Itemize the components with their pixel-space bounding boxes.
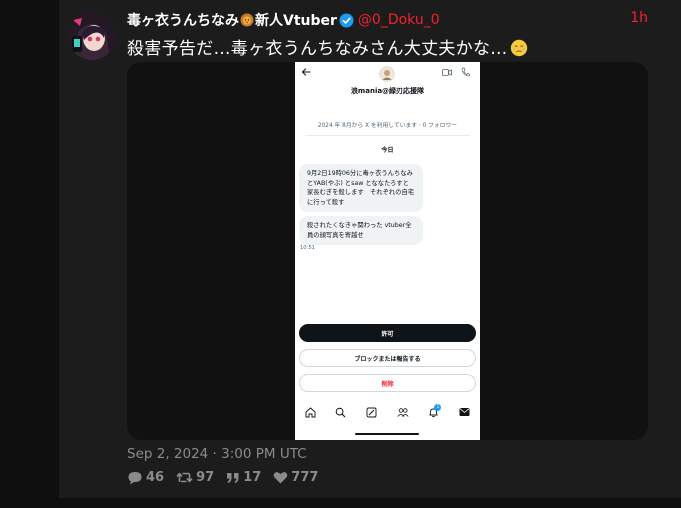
quote-icon (227, 472, 239, 483)
tweet-time[interactable]: 1h (630, 10, 648, 26)
phone-profile-name: 浪mania@緑刃応援隊 (350, 87, 425, 95)
avatar[interactable] (68, 12, 116, 60)
profile-avatar-icon (379, 66, 395, 84)
reply-count: 46 (146, 470, 165, 485)
tweet-media[interactable]: 浪mania@緑刃応援隊 2024 年 8月から X を利用しています · 0 … (127, 62, 648, 440)
screenshot-image: 浪mania@緑刃応援隊 2024 年 8月から X を利用しています · 0 … (295, 62, 480, 440)
message-timestamp: 10:51 (300, 245, 315, 251)
holding-back-tears-emoji-icon (510, 39, 528, 57)
notification-badge: 1 (434, 403, 442, 411)
phone-call-icon (461, 67, 470, 79)
phone-join-info: 2024 年 8月から X を利用しています · 0 フォロワー (317, 123, 458, 129)
user-handle[interactable]: @0_Doku_0 (358, 12, 440, 28)
delete-button: 削除 (299, 374, 476, 392)
grok-icon (366, 407, 377, 420)
back-arrow-icon (301, 67, 311, 79)
divider (305, 135, 470, 136)
like-count: 777 (291, 470, 319, 485)
lion-emoji-icon (240, 13, 254, 27)
notifications-bell-icon: 1 (428, 403, 442, 420)
message-bubble: 9月2日19時06分に毒ヶ衣うんちなみとYAB(やぶ) とsaw とななたろすと… (299, 164, 423, 212)
search-icon (335, 407, 346, 420)
verified-badge-icon (339, 13, 354, 28)
video-camera-icon (442, 68, 452, 79)
phone-tab-bar: 1 (295, 402, 480, 424)
quote-stat[interactable]: 17 (226, 470, 261, 485)
communities-icon (397, 407, 409, 420)
comment-icon (128, 471, 142, 484)
block-or-report-button: ブロックまたは報告する (299, 349, 476, 367)
home-indicator (355, 433, 419, 435)
display-name[interactable]: 毒ヶ衣うんちなみ (127, 10, 239, 30)
phone-today-label: 今日 (381, 147, 394, 154)
tweet-text: 殺害予告だ…毒ヶ衣うんちなみさん大丈夫かな… (127, 34, 528, 59)
home-icon (305, 406, 316, 420)
retweet-icon (176, 472, 193, 483)
engagement-stats: 46 97 17 777 (127, 470, 330, 485)
like-stat[interactable]: 777 (273, 470, 318, 485)
quote-count: 17 (243, 470, 262, 485)
retweet-stat[interactable]: 97 (176, 470, 214, 485)
messages-icon (459, 407, 470, 419)
tweet-header: 毒ヶ衣うんちなみ 新人Vtuber @0_Doku_0 1h (127, 10, 648, 30)
allow-button: 許可 (299, 324, 476, 342)
tweet-text-body: 殺害予告だ…毒ヶ衣うんちなみさん大丈夫かな… (127, 39, 508, 59)
heart-icon (273, 472, 288, 484)
reply-stat[interactable]: 46 (127, 470, 164, 485)
retweet-count: 97 (196, 470, 215, 485)
display-name-suffix[interactable]: 新人Vtuber (255, 10, 337, 30)
message-bubble: 殺されたくなきゃ関わった vtuber全員の顔写真を寄越せ (299, 216, 423, 245)
tweet-timestamp[interactable]: Sep 2, 2024 · 3:00 PM UTC (127, 446, 307, 462)
